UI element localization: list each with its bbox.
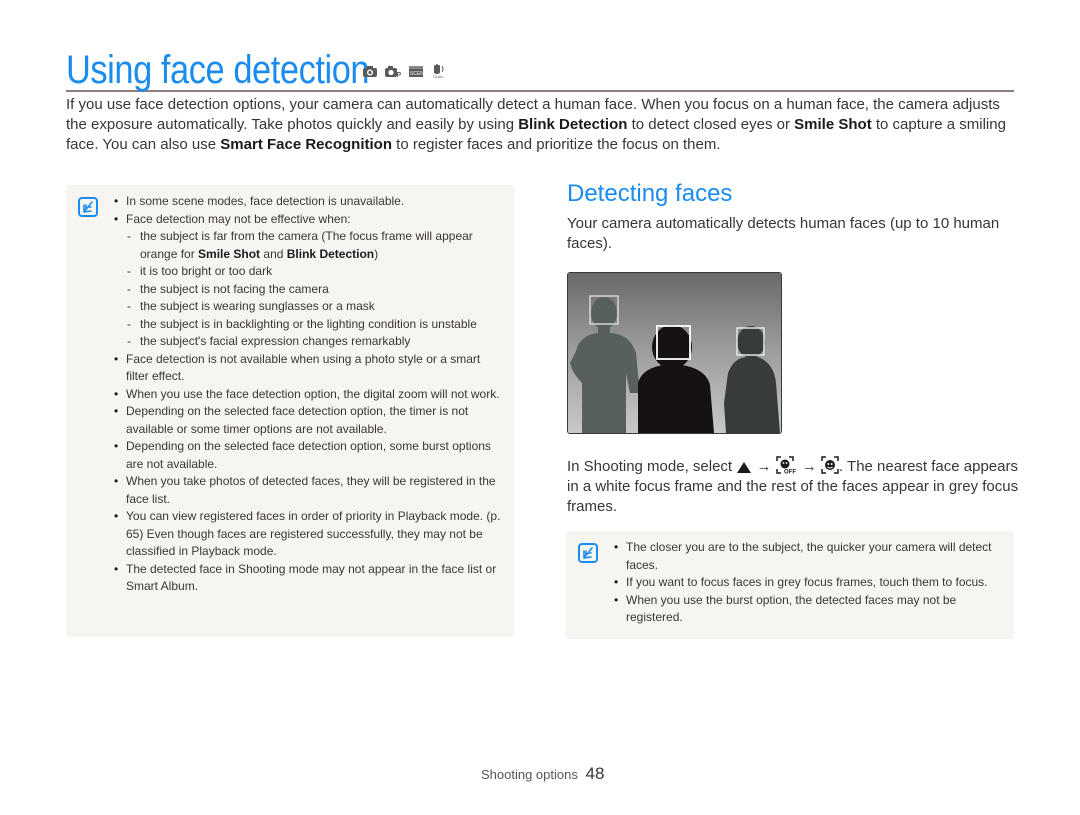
svg-text:OFF: OFF	[784, 470, 796, 475]
program-camera-icon: P	[385, 66, 402, 78]
note-icon	[578, 543, 598, 563]
page-number: 48	[585, 764, 605, 783]
title-bar: Using face detection P SCENE DUAL	[66, 46, 1014, 92]
svg-text:P: P	[397, 72, 402, 78]
notes-list-left: In some scene modes, face detection is u…	[114, 193, 506, 596]
camera-icon	[363, 66, 377, 77]
list-item: Depending on the selected face detection…	[114, 438, 506, 473]
section-description: Your camera automatically detects human …	[567, 215, 1000, 252]
list-item: In some scene modes, face detection is u…	[114, 193, 506, 211]
list-item: Face detection is not available when usi…	[114, 351, 506, 386]
list-item: Depending on the selected face detection…	[114, 403, 506, 438]
list-item: If you want to focus faces in grey focus…	[614, 574, 1006, 592]
smart-face-recognition-term: Smart Face Recognition	[220, 136, 392, 153]
svg-text:DUAL: DUAL	[433, 74, 444, 78]
mode-icons: P SCENE DUAL	[362, 62, 446, 78]
footer-section-name: Shooting options	[481, 767, 578, 782]
list-item: the subject is in backlighting or the li…	[114, 316, 506, 334]
notes-box-left: In some scene modes, face detection is u…	[66, 185, 514, 637]
list-item: The closer you are to the subject, the q…	[614, 539, 1006, 574]
notes-list-right: The closer you are to the subject, the q…	[614, 539, 1006, 627]
face-detection-illustration	[567, 272, 782, 434]
list-item: The detected face in Shooting mode may n…	[114, 561, 506, 596]
page-footer: Shooting options 48	[481, 764, 604, 784]
list-item: Face detection may not be effective when…	[114, 211, 506, 229]
list-item: When you take photos of detected faces, …	[114, 473, 506, 508]
list-item: When you use the burst option, the detec…	[614, 592, 1006, 627]
notes-box-right: The closer you are to the subject, the q…	[566, 531, 1014, 639]
page-title: Using face detection	[66, 48, 370, 92]
intro-paragraph: If you use face detection options, your …	[66, 96, 1006, 153]
scene-icon: SCENE	[409, 66, 424, 77]
list-item: When you use the face detection option, …	[114, 386, 506, 404]
list-item: the subject's facial expression changes …	[114, 333, 506, 351]
svg-text:SCENE: SCENE	[410, 71, 424, 77]
note-icon	[78, 197, 98, 217]
list-item: You can view registered faces in order o…	[114, 508, 506, 561]
section-heading: Detecting faces	[567, 180, 733, 207]
face-detection-normal-icon	[821, 456, 839, 474]
blink-detection-term: Blink Detection	[518, 116, 628, 133]
face-detection-off-icon: OFF	[775, 456, 796, 475]
list-item: the subject is wearing sunglasses or a m…	[114, 298, 506, 316]
dual-is-icon: DUAL	[433, 64, 444, 78]
smile-shot-term: Smile Shot	[794, 116, 872, 133]
list-item: the subject is far from the camera (The …	[114, 228, 506, 263]
menu-up-icon	[737, 462, 752, 473]
list-item: it is too bright or too dark	[114, 263, 506, 281]
list-item: the subject is not facing the camera	[114, 281, 506, 299]
instruction-text: In Shooting mode, select → OFF → . The n…	[567, 456, 1019, 515]
